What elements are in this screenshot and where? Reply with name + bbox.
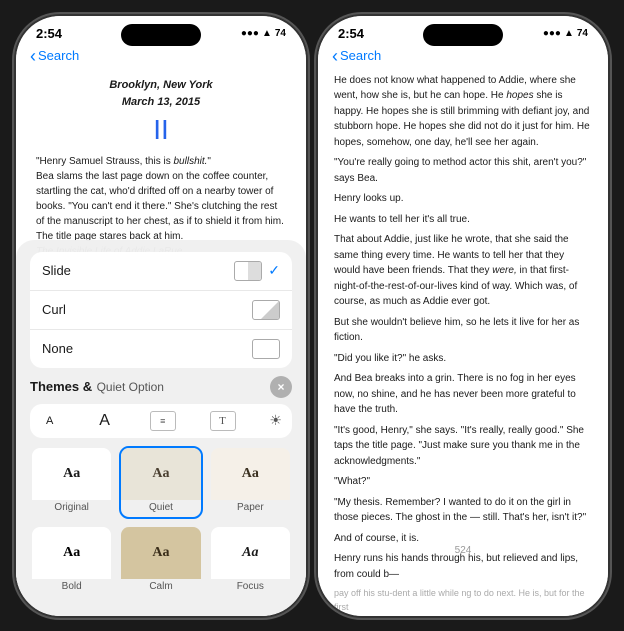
quiet-option-label: Quiet Option: [97, 380, 164, 394]
right-para-4: He wants to tell her it's all true.: [334, 212, 592, 228]
right-time: 2:54: [338, 26, 364, 41]
right-back-button[interactable]: Search: [332, 47, 381, 65]
transition-slide[interactable]: Slide ✓: [30, 252, 292, 291]
themes-section-title: Themes & Quiet Option: [30, 378, 164, 396]
brightness-icon[interactable]: ☀: [269, 412, 282, 429]
themes-title: Themes &: [30, 379, 92, 394]
theme-bold-preview: Aa: [32, 527, 111, 579]
curl-label: Curl: [42, 302, 66, 317]
font-controls: A A ≡ T ☀: [30, 404, 292, 438]
left-phone: 2:54 ●●● ▲ 74 Search Brooklyn, New York: [16, 16, 306, 616]
curl-icon: [252, 300, 280, 320]
left-back-button[interactable]: Search: [30, 47, 79, 65]
font-type-icon[interactable]: T: [210, 411, 236, 431]
right-status-bar: 2:54 ●●● ▲ 74: [318, 16, 608, 45]
font-large-button[interactable]: A: [93, 410, 116, 432]
theme-original[interactable]: Aa Original: [30, 446, 113, 519]
para-2: Bea slams the last page down on the coff…: [36, 169, 286, 244]
themes-header: Themes & Quiet Option ×: [30, 376, 292, 398]
theme-original-preview: Aa: [32, 448, 111, 500]
para-1: "Henry Samuel Strauss, this is bullshit.…: [36, 154, 286, 169]
theme-quiet[interactable]: Aa Quiet: [119, 446, 202, 519]
right-para-6: But she wouldn't believe him, so he lets…: [334, 315, 592, 346]
slide-icon: [234, 261, 262, 281]
right-nav: Search: [318, 45, 608, 71]
right-para-fade-1: pay off his stu-dent a little while ng t…: [334, 587, 592, 615]
book-location: Brooklyn, New York: [36, 77, 286, 94]
close-button[interactable]: ×: [270, 376, 292, 398]
right-phone: 2:54 ●●● ▲ 74 Search He does not know wh…: [318, 16, 608, 616]
theme-grid: Aa Original Aa Quiet Aa Paper Aa Bold: [30, 446, 292, 598]
left-screen: 2:54 ●●● ▲ 74 Search Brooklyn, New York: [16, 16, 306, 616]
right-para-9: "It's good, Henry," she says. "It's real…: [334, 423, 592, 470]
left-time: 2:54: [36, 26, 62, 41]
theme-quiet-preview: Aa: [121, 448, 200, 500]
book-header: Brooklyn, New York March 13, 2015 II: [36, 77, 286, 147]
right-wifi-icon: ▲: [564, 28, 574, 39]
theme-paper-label: Paper: [211, 500, 290, 517]
theme-calm-preview: Aa: [121, 527, 200, 579]
right-para-3: Henry looks up.: [334, 191, 592, 207]
right-para-5: That about Addie, just like he wrote, th…: [334, 232, 592, 310]
font-small-button[interactable]: A: [40, 413, 59, 429]
phones-container: 2:54 ●●● ▲ 74 Search Brooklyn, New York: [16, 16, 608, 616]
right-para-2: "You're really going to method actor thi…: [334, 155, 592, 186]
theme-paper[interactable]: Aa Paper: [209, 446, 292, 519]
theme-original-label: Original: [32, 500, 111, 517]
right-status-icons: ●●● ▲ 74: [543, 28, 588, 39]
page-number: 524: [318, 545, 608, 556]
chapter-number: II: [36, 113, 286, 147]
theme-calm-label: Calm: [121, 579, 200, 596]
overlay-panel: Slide ✓ Curl: [16, 240, 306, 616]
none-icon: [252, 339, 280, 359]
slide-label: Slide: [42, 263, 71, 278]
right-para-7: "Did you like it?" he asks.: [334, 351, 592, 367]
left-nav: Search: [16, 45, 306, 71]
none-label: None: [42, 341, 73, 356]
left-status-icons: ●●● ▲ 74: [241, 28, 286, 39]
left-status-bar: 2:54 ●●● ▲ 74: [16, 16, 306, 45]
transition-options: Slide ✓ Curl: [30, 252, 292, 368]
slide-checkmark: ✓: [268, 262, 280, 279]
right-para-13: Henry runs his hands through his, but re…: [334, 551, 592, 582]
right-battery-icon: 74: [577, 28, 588, 39]
theme-focus-preview: Aa: [211, 527, 290, 579]
right-para-10: "What?": [334, 474, 592, 490]
theme-paper-preview: Aa: [211, 448, 290, 500]
right-para-1: He does not know what happened to Addie,…: [334, 73, 592, 151]
battery-icon: 74: [275, 28, 286, 39]
right-para-8: And Bea breaks into a grin. There is no …: [334, 371, 592, 418]
theme-focus[interactable]: Aa Focus: [209, 525, 292, 598]
right-screen: 2:54 ●●● ▲ 74 Search He does not know wh…: [318, 16, 608, 616]
page-layout-icon[interactable]: ≡: [150, 411, 176, 431]
transition-none[interactable]: None: [30, 330, 292, 368]
theme-bold-label: Bold: [32, 579, 111, 596]
right-signal-icon: ●●●: [543, 28, 561, 39]
theme-bold[interactable]: Aa Bold: [30, 525, 113, 598]
transition-curl[interactable]: Curl: [30, 291, 292, 330]
wifi-icon: ▲: [262, 28, 272, 39]
book-date: March 13, 2015: [36, 94, 286, 111]
right-book-content: He does not know what happened to Addie,…: [318, 71, 608, 616]
signal-icon: ●●●: [241, 28, 259, 39]
theme-quiet-label: Quiet: [121, 500, 200, 517]
right-para-11: "My thesis. Remember? I wanted to do it …: [334, 495, 592, 526]
theme-calm[interactable]: Aa Calm: [119, 525, 202, 598]
theme-focus-label: Focus: [211, 579, 290, 596]
